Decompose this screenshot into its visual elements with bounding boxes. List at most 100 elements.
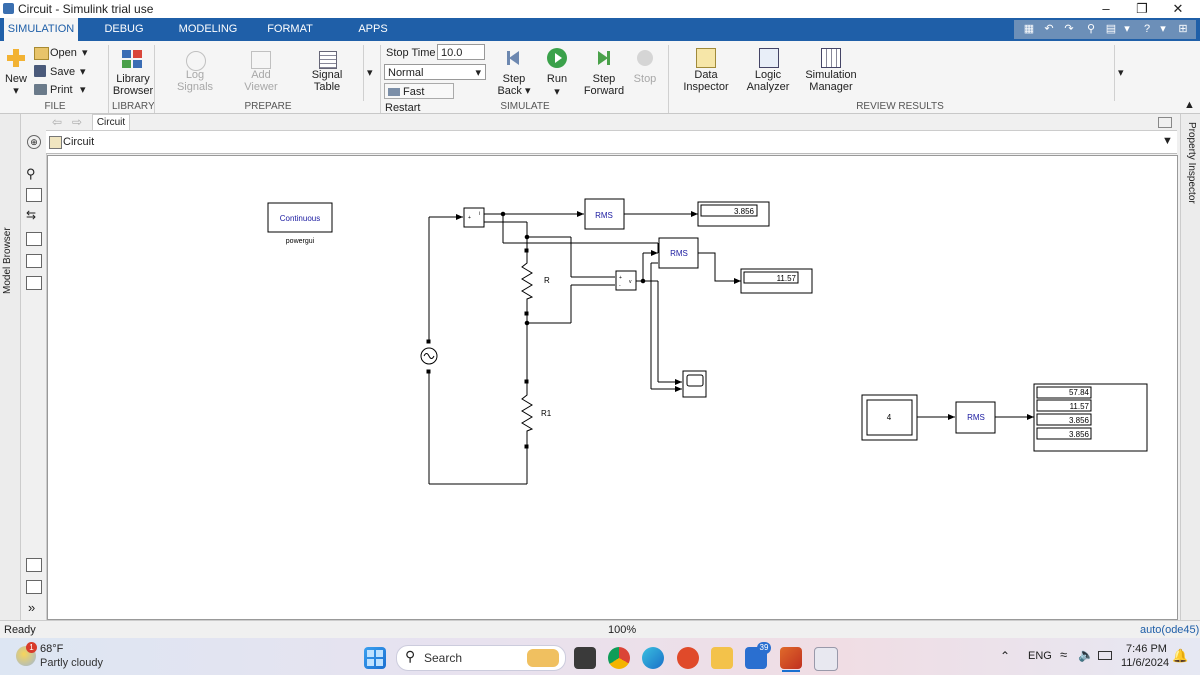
chevron-down-icon[interactable]: ▾ [10,85,22,97]
new-icon[interactable] [6,48,26,68]
chevron-down-icon[interactable]: ▾ [80,66,86,78]
chevron-down-icon[interactable]: ▾ [551,86,563,98]
minimize-button[interactable]: – [1088,0,1124,18]
display1-value: 3.856 [734,207,755,216]
chevron-down-icon[interactable]: ▾ [1118,20,1136,39]
display-block-multi[interactable]: 57.84 11.57 3.856 3.856 [1033,383,1148,452]
search-icon[interactable]: ⚲ [1082,20,1100,39]
tab-simulation[interactable]: SIMULATION [4,18,78,41]
simulation-mode-select[interactable]: Normal ▾ [384,64,486,80]
collapse-toolstrip-icon[interactable]: ▲ [1184,99,1195,111]
prepare-gallery-expand[interactable]: ▾ [363,45,380,101]
undo-icon[interactable]: ↶ [1040,20,1058,39]
save-button[interactable]: Save [50,66,75,78]
model-properties-icon[interactable] [26,580,42,594]
hide-browser-icon[interactable]: ⊕ [27,135,41,149]
property-inspector-strip[interactable]: Property Inspector [1180,114,1200,620]
resistor-r[interactable] [521,252,534,313]
print-button[interactable]: Print [50,84,73,96]
language-indicator[interactable]: ENG [1028,650,1052,662]
notification-bell-icon[interactable]: 🔔 [1172,648,1188,664]
review-gallery-expand[interactable]: ▾ [1114,45,1131,101]
simulation-manager-button[interactable]: Simulation Manager [802,69,860,93]
zoom-level[interactable]: 100% [608,624,636,636]
expand-icon[interactable]: » [28,600,35,615]
tray-overflow-icon[interactable]: ⌃ [1000,649,1010,663]
logic-analyzer-button[interactable]: Logic Analyzer [744,69,792,93]
forward-arrow-icon[interactable]: ⇨ [72,115,82,129]
model-browser-tab[interactable]: Model Browser [2,227,13,294]
maximize-button[interactable]: ❐ [1124,0,1160,18]
redo-icon[interactable]: ↷ [1060,20,1078,39]
breadcrumb-tab-circuit[interactable]: Circuit [92,114,130,130]
collapse-ribbon-icon[interactable]: ⊞ [1174,20,1192,39]
rms-block-1[interactable]: RMS [584,198,625,230]
current-measurement-block[interactable] [463,207,485,228]
open-button[interactable]: Open [50,47,77,59]
model-browser-strip[interactable]: Model Browser [0,114,21,620]
run-button[interactable]: Run [537,73,577,85]
zoom-icon[interactable]: ⚲ [26,166,36,182]
windows-start-icon[interactable] [364,647,386,669]
model-canvas[interactable]: Continuous powergui + i RMS 3.856 R + - … [47,155,1178,620]
fast-restart-toggle[interactable]: Fast Restart [384,83,454,114]
rms-block-2[interactable]: RMS [658,237,699,269]
solver-link[interactable]: auto(ode45) [1140,624,1199,636]
matlab-icon[interactable] [780,647,802,669]
chevron-down-icon[interactable]: ▾ [80,84,86,96]
step-forward-button[interactable]: Step Forward [582,73,626,97]
image-icon[interactable] [26,254,42,268]
add-viewer-button[interactable]: Add Viewer [240,69,282,93]
mail-badge: 39 [757,642,771,654]
tab-modeling[interactable]: MODELING [176,18,240,41]
stop-time-input[interactable]: 10.0 [437,44,485,60]
tab-debug[interactable]: DEBUG [96,18,152,41]
wps-icon[interactable] [677,647,699,669]
window-title: Circuit - Simulink trial use [18,2,154,16]
annotation-icon[interactable] [26,232,42,246]
chevron-down-icon[interactable]: ▾ [82,47,88,59]
new-button[interactable]: New [3,73,29,85]
save-icon[interactable]: ▦ [1020,20,1038,39]
step-back-button[interactable]: Step Back ▾ [494,73,534,97]
chrome-icon[interactable] [608,647,630,669]
clock-date[interactable]: 11/6/2024 [1121,657,1169,669]
hide-explorer-icon[interactable] [1158,117,1172,128]
print-icon [34,84,47,95]
display-block-1[interactable]: 3.856 [697,201,770,227]
battery-icon[interactable] [1098,651,1112,660]
property-inspector-tab[interactable]: Property Inspector [1186,122,1197,204]
rms-block-3[interactable]: RMS [955,401,996,434]
resistor-r1[interactable] [521,383,534,445]
volume-icon[interactable]: 🔈 [1078,647,1094,663]
log-signals-button[interactable]: Log Signals [174,69,216,93]
taskbar-search[interactable]: ⚲ Search [396,645,566,671]
data-inspector-button[interactable]: Data Inspector [682,69,730,93]
signal-table-button[interactable]: Signal Table [304,69,350,93]
quick-access-toolbar: ▦ ↶ ↷ ⚲ ▤ ▾ ? ▾ ⊞ [1014,20,1196,39]
arrows-icon[interactable]: ⇆ [26,208,36,222]
scope-block[interactable] [682,370,707,398]
simulink-icon[interactable] [814,647,838,671]
library-browser-button[interactable]: Library Browser [112,73,154,97]
powergui-block[interactable]: Continuous powergui [267,202,333,245]
area-icon[interactable] [26,276,42,290]
tab-apps[interactable]: APPS [352,18,394,41]
close-button[interactable]: ✕ [1160,0,1196,18]
display-block-2[interactable]: 11.57 [740,268,813,294]
back-arrow-icon[interactable]: ⇦ [52,115,62,129]
fit-view-icon[interactable] [26,188,42,202]
port [426,339,431,344]
clock-time[interactable]: 7:46 PM [1126,643,1167,655]
chevron-down-icon[interactable]: ▾ [1154,20,1172,39]
task-view-icon[interactable] [574,647,596,669]
stop-button[interactable]: Stop [628,73,662,85]
file-explorer-icon[interactable] [711,647,733,669]
edge-icon[interactable] [642,647,664,669]
chevron-down-icon[interactable]: ▼ [1162,135,1173,147]
wifi-icon[interactable]: ≈ [1060,647,1067,662]
camera-icon[interactable] [26,558,42,572]
tab-format[interactable]: FORMAT [262,18,318,41]
constant-block[interactable]: 4 [861,394,918,441]
address-path[interactable]: Circuit [63,136,94,148]
